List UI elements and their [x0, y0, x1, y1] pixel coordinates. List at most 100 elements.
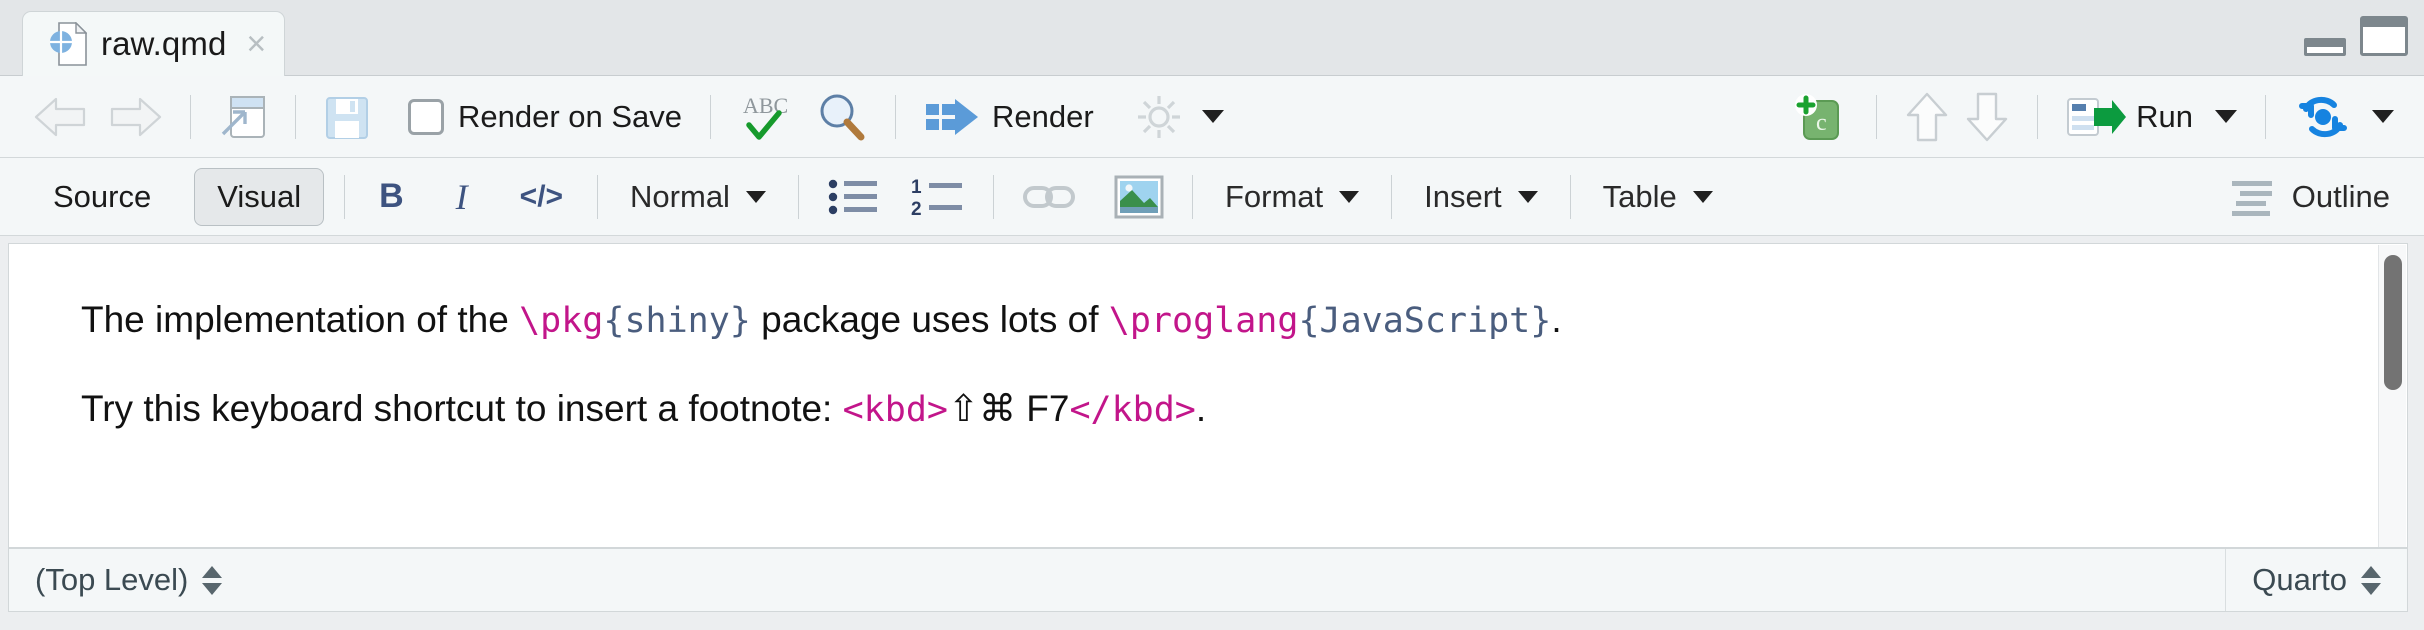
bullet-list-button[interactable]	[819, 168, 887, 226]
back-arrow-icon	[34, 95, 90, 139]
render-on-save-toggle[interactable]: Render on Save	[400, 88, 690, 146]
maximize-pane-icon[interactable]	[2360, 16, 2408, 56]
toolbar-divider	[798, 175, 799, 219]
visual-editor-toolbar: Source Visual B I </> Normal	[0, 158, 2424, 236]
toolbar-divider	[1570, 175, 1571, 219]
render-button[interactable]: Render	[916, 88, 1102, 146]
visual-editor-canvas[interactable]: The implementation of the \pkg{shiny} pa…	[8, 243, 2408, 548]
chevron-down-icon[interactable]	[746, 191, 766, 203]
chevron-down-icon[interactable]	[1339, 191, 1359, 203]
back-button[interactable]	[26, 88, 98, 146]
minimize-pane-icon[interactable]	[2304, 38, 2346, 56]
chevron-down-icon[interactable]	[2372, 110, 2394, 123]
run-button[interactable]: Run	[2058, 88, 2245, 146]
paragraph-1-text-tail: .	[1551, 299, 1561, 340]
find-replace-button[interactable]	[807, 88, 875, 146]
table-menu-label: Table	[1603, 179, 1677, 215]
run-label: Run	[2136, 99, 2193, 135]
link-button[interactable]	[1014, 168, 1084, 226]
editor-scrollbar[interactable]	[2378, 245, 2406, 548]
next-chunk-arrow-icon	[1965, 91, 2009, 143]
insert-chunk-button[interactable]: c	[1784, 88, 1856, 146]
svg-text:ABC: ABC	[743, 93, 788, 118]
format-menu[interactable]: Format	[1213, 173, 1371, 221]
source-toolbar: Render on Save ABC Render	[0, 76, 2424, 158]
paragraph-1-text-lead: The implementation of the	[81, 299, 519, 340]
insert-chunk-icon: c	[1792, 92, 1848, 142]
next-chunk-button[interactable]	[1957, 88, 2017, 146]
engine-selector[interactable]: Quarto	[2225, 549, 2407, 611]
updown-chevron-icon[interactable]	[2361, 566, 2381, 595]
italic-button[interactable]: I	[442, 176, 482, 218]
latex-argument-shiny: {shiny}	[603, 301, 751, 341]
tab-visual-mode[interactable]: Visual	[194, 168, 324, 226]
chevron-down-icon[interactable]	[1693, 191, 1713, 203]
paragraph-1[interactable]: The implementation of the \pkg{shiny} pa…	[81, 300, 2407, 341]
quarto-document-icon	[49, 22, 87, 66]
toolbar-divider	[190, 95, 191, 139]
spellcheck-abc-icon: ABC	[739, 91, 799, 143]
render-options-button[interactable]	[1126, 88, 1232, 146]
forward-arrow-icon	[106, 95, 162, 139]
rstudio-source-pane: raw.qmd ×	[0, 0, 2424, 630]
chevron-down-icon[interactable]	[1518, 191, 1538, 203]
table-menu[interactable]: Table	[1591, 173, 1725, 221]
previous-chunk-arrow-icon	[1905, 91, 1949, 143]
scrollbar-thumb[interactable]	[2384, 255, 2402, 390]
scope-label: (Top Level)	[35, 562, 188, 598]
status-bar: (Top Level) Quarto	[8, 548, 2408, 612]
svg-text:1: 1	[911, 177, 922, 198]
latex-command-pkg: \pkg	[519, 301, 603, 341]
bold-button[interactable]: B	[365, 177, 418, 216]
insert-menu[interactable]: Insert	[1412, 173, 1550, 221]
insert-menu-label: Insert	[1424, 179, 1502, 215]
close-icon[interactable]: ×	[246, 27, 266, 61]
block-format-dropdown[interactable]: Normal	[618, 173, 778, 221]
pane-window-controls	[2304, 16, 2408, 56]
run-icon	[2066, 94, 2128, 140]
rerun-icon	[2294, 94, 2352, 140]
updown-chevron-icon[interactable]	[202, 566, 222, 595]
render-on-save-label: Render on Save	[458, 99, 682, 135]
format-menu-label: Format	[1225, 179, 1323, 215]
chevron-down-icon[interactable]	[2215, 110, 2237, 123]
render-label: Render	[992, 99, 1094, 135]
spellcheck-button[interactable]: ABC	[731, 88, 807, 146]
chevron-down-icon[interactable]	[1202, 110, 1224, 123]
tab-filename: raw.qmd	[101, 25, 226, 63]
show-in-new-window-button[interactable]	[211, 88, 275, 146]
toolbar-divider	[2037, 95, 2038, 139]
toolbar-divider	[710, 95, 711, 139]
previous-chunk-button[interactable]	[1897, 88, 1957, 146]
outline-button[interactable]: Outline	[2222, 168, 2398, 226]
render-icon	[924, 95, 982, 139]
block-format-label: Normal	[630, 179, 730, 215]
tab-source-mode[interactable]: Source	[30, 168, 174, 226]
document-body[interactable]: The implementation of the \pkg{shiny} pa…	[9, 244, 2407, 429]
show-in-new-window-icon	[219, 94, 267, 140]
image-button[interactable]	[1106, 168, 1172, 226]
paragraph-1-text-mid: package uses lots of	[751, 299, 1109, 340]
outline-icon	[2230, 177, 2278, 217]
code-button[interactable]: </>	[506, 180, 577, 214]
paragraph-2-text-lead: Try this keyboard shortcut to insert a f…	[81, 388, 843, 429]
toolbar-divider	[993, 175, 994, 219]
tab-bar: raw.qmd ×	[0, 0, 2424, 76]
render-on-save-checkbox[interactable]	[408, 99, 444, 135]
scope-selector[interactable]: (Top Level)	[9, 549, 248, 611]
save-button[interactable]	[316, 88, 378, 146]
find-replace-magnifier-icon	[815, 91, 867, 143]
forward-button[interactable]	[98, 88, 170, 146]
numbered-list-button[interactable]: 1 2	[903, 168, 973, 226]
toolbar-divider	[1192, 175, 1193, 219]
document-tab-raw-qmd[interactable]: raw.qmd ×	[22, 11, 285, 76]
kbd-open-tag: <kbd>	[843, 390, 948, 430]
latex-command-proglang: \proglang	[1109, 301, 1299, 341]
save-icon	[324, 94, 370, 140]
bullet-list-icon	[827, 176, 879, 218]
paragraph-2[interactable]: Try this keyboard shortcut to insert a f…	[81, 389, 2407, 430]
svg-text:c: c	[1816, 110, 1827, 136]
gear-settings-icon	[1134, 92, 1184, 142]
numbered-list-icon: 1 2	[911, 176, 965, 218]
rerun-button[interactable]	[2286, 88, 2402, 146]
